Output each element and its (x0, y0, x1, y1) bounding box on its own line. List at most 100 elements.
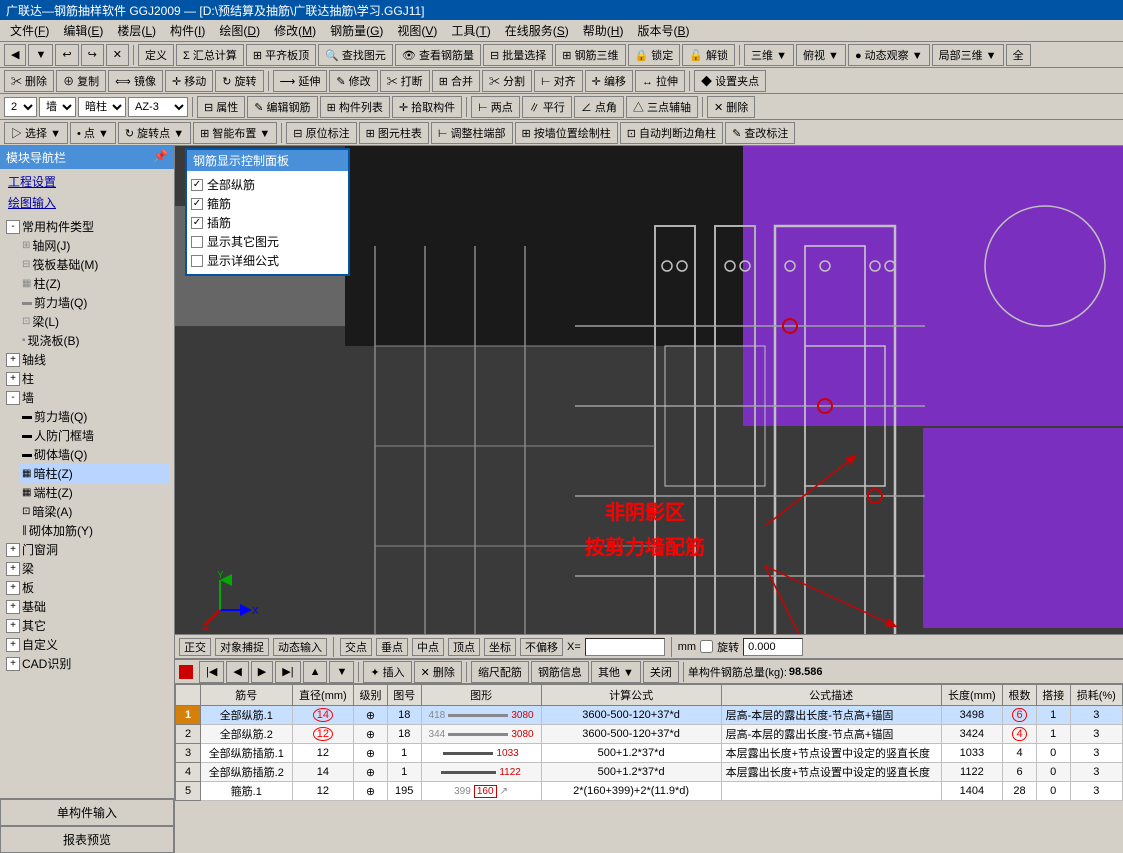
btn-topview[interactable]: 俯视 ▼ (796, 44, 846, 66)
menu-floor[interactable]: 楼层(L) (111, 20, 162, 41)
btn-extend[interactable]: ⟶ 延伸 (273, 70, 328, 92)
btn-all[interactable]: 全 (1006, 44, 1031, 66)
check-2[interactable] (191, 217, 203, 229)
btn-check-rebar[interactable]: 👁 查看钢筋量 (395, 44, 481, 66)
btn-midpoint[interactable]: 中点 (412, 638, 444, 656)
rotate-check[interactable] (700, 640, 713, 653)
menu-edit[interactable]: 编辑(E) (57, 20, 109, 41)
btn-three-point[interactable]: △ 三点辅轴 (626, 96, 698, 118)
btn-bp-down[interactable]: ▼ (329, 661, 354, 683)
tree-item-shearwall2[interactable]: ▬剪力墙(Q) (20, 407, 170, 426)
btn-point-angle[interactable]: ∠ 点角 (574, 96, 624, 118)
btn-setpoint[interactable]: ◆ 设置夹点 (694, 70, 766, 92)
expand-col[interactable]: + (6, 372, 20, 386)
btn-snap[interactable]: 对象捕捉 (215, 638, 269, 656)
expand-custom[interactable]: + (6, 638, 20, 652)
btn-select[interactable]: ▷ 选择 ▼ (4, 122, 68, 144)
menu-help[interactable]: 帮助(H) (577, 20, 630, 41)
btn-other[interactable]: 其他 ▼ (591, 661, 641, 683)
btn-bp-prev[interactable]: ◀ (226, 661, 248, 683)
tree-item-wall[interactable]: - 墙 (4, 388, 170, 407)
check-0[interactable] (191, 179, 203, 191)
expand-cad[interactable]: + (6, 657, 20, 671)
btn-vertex[interactable]: 顶点 (448, 638, 480, 656)
btn-rotate[interactable]: ↻ 旋转 (215, 70, 263, 92)
btn-close[interactable]: ✕ (106, 44, 129, 66)
btn-bp-close[interactable]: 关闭 (643, 661, 679, 683)
table-row[interactable]: 4 全部纵筋插筋.2 14 ⊕ 1 1122 500+1.2*37*d 本层露出… (176, 763, 1123, 782)
btn-report[interactable]: 报表预览 (0, 826, 174, 853)
btn-props[interactable]: ⊟ 属性 (197, 96, 245, 118)
btn-back[interactable]: ◀ (4, 44, 26, 66)
expand-slab[interactable]: + (6, 581, 20, 595)
btn-delete[interactable]: ✂ 删除 (4, 70, 54, 92)
btn-nooffset[interactable]: 不偏移 (520, 638, 563, 656)
tree-item-hidden-beam[interactable]: ⊡暗梁(A) (20, 502, 170, 521)
btn-auto-corner[interactable]: ⊡ 自动判断边角柱 (620, 122, 723, 144)
btn-lock[interactable]: 🔒 锁定 (628, 44, 681, 66)
tree-item-shearwall[interactable]: ▬剪力墙(Q) (20, 293, 170, 312)
tree-item-slab[interactable]: ▪现浇板(B) (20, 331, 170, 350)
btn-move[interactable]: ✛ 移动 (165, 70, 213, 92)
tree-item-beam2[interactable]: +梁 (4, 559, 170, 578)
btn-bp-last[interactable]: ▶| (275, 661, 300, 683)
menu-modify[interactable]: 修改(M) (268, 20, 322, 41)
tree-item-common[interactable]: - 常用构件类型 (4, 217, 170, 236)
btn-pickup[interactable]: ✛ 拾取构件 (392, 96, 462, 118)
col-name-select[interactable]: AZ-3 (128, 97, 188, 117)
btn-table-col[interactable]: ⊞ 图元柱表 (359, 122, 429, 144)
btn-smart[interactable]: ⊞ 智能布置 ▼ (193, 122, 277, 144)
tree-item-foundation[interactable]: +基础 (4, 597, 170, 616)
btn-align[interactable]: ⊢ 对齐 (534, 70, 583, 92)
btn-bp-up[interactable]: ▲ (303, 661, 328, 683)
btn-copy[interactable]: ⊕ 复制 (56, 70, 106, 92)
table-row[interactable]: 5 箍筋.1 12 ⊕ 195 399 160 ↗ 2*(160+399)+2*… (176, 782, 1123, 801)
btn-rotpoint[interactable]: ↻ 旋转点 ▼ (118, 122, 191, 144)
menu-view[interactable]: 视图(V) (391, 20, 443, 41)
check-3[interactable] (191, 236, 203, 248)
btn-adj-end[interactable]: ⊢ 调整柱端部 (431, 122, 513, 144)
btn-comp-list[interactable]: ⊞ 构件列表 (320, 96, 390, 118)
btn-pos-grid[interactable]: ⊞ 按墙位置绘制柱 (515, 122, 618, 144)
table-row[interactable]: 2 全部纵筋.2 12 ⊕ 18 344 3080 3600-500-120+3… (176, 725, 1123, 744)
menu-component[interactable]: 构件(I) (164, 20, 211, 41)
sidebar-link-engineering[interactable]: 工程设置 (4, 171, 170, 192)
btn-intersect[interactable]: 交点 (340, 638, 372, 656)
btn-sum[interactable]: Σ 汇总计算 (176, 44, 244, 66)
tree-item-masonry-rebar[interactable]: ∥砌体加筋(Y) (20, 521, 170, 540)
tree-item-cad[interactable]: +CAD识别 (4, 654, 170, 673)
tree-item-other[interactable]: +其它 (4, 616, 170, 635)
menu-rebar-qty[interactable]: 钢筋量(G) (324, 20, 389, 41)
btn-local-3d[interactable]: 局部三维 ▼ (932, 44, 1004, 66)
btn-origin-mark[interactable]: ⊟ 原位标注 (286, 122, 356, 144)
check-4[interactable] (191, 255, 203, 267)
expand-found[interactable]: + (6, 600, 20, 614)
btn-vertical[interactable]: 垂点 (376, 638, 408, 656)
btn-align-slab[interactable]: ⊞ 平齐板顶 (246, 44, 316, 66)
btn-check-mark[interactable]: ✎ 查改标注 (725, 122, 795, 144)
floor-select[interactable]: 2 (4, 97, 37, 117)
btn-bp-first[interactable]: |◀ (199, 661, 224, 683)
btn-dynamic[interactable]: 动态输入 (273, 638, 327, 656)
col-type-select[interactable]: 暗柱 (78, 97, 126, 117)
tree-item-slab2[interactable]: +板 (4, 578, 170, 597)
menu-tools[interactable]: 工具(T) (445, 20, 496, 41)
tree-item-axisnet[interactable]: ⊞轴网(J) (20, 236, 170, 255)
expand-other[interactable]: + (6, 619, 20, 633)
tree-item-axis[interactable]: + 轴线 (4, 350, 170, 369)
btn-unlock[interactable]: 🔓 解锁 (682, 44, 735, 66)
btn-join[interactable]: ⊞ 合并 (432, 70, 480, 92)
btn-point-draw[interactable]: • 点 ▼ (70, 122, 116, 144)
menu-file[interactable]: 文件(F) (4, 20, 55, 41)
menu-draw[interactable]: 绘图(D) (213, 20, 266, 41)
menu-version[interactable]: 版本号(B) (631, 20, 695, 41)
table-row[interactable]: 1 全部纵筋.1 14 ⊕ 18 418 3080 3600-500-120+3… (176, 706, 1123, 725)
btn-pull[interactable]: ↔ 拉伸 (635, 70, 685, 92)
expand-common[interactable]: - (6, 220, 20, 234)
btn-break[interactable]: ✂ 打断 (380, 70, 430, 92)
btn-mirror[interactable]: ⟺ 镜像 (108, 70, 163, 92)
btn-orthogonal[interactable]: 正交 (179, 638, 211, 656)
canvas-area[interactable]: 钢筋显示控制面板 全部纵筋 箍筋 插筋 显示其它图元 (175, 146, 1123, 658)
tree-item-doorwindow[interactable]: +门窗洞 (4, 540, 170, 559)
sidebar-pin[interactable]: 📌 (153, 149, 168, 166)
